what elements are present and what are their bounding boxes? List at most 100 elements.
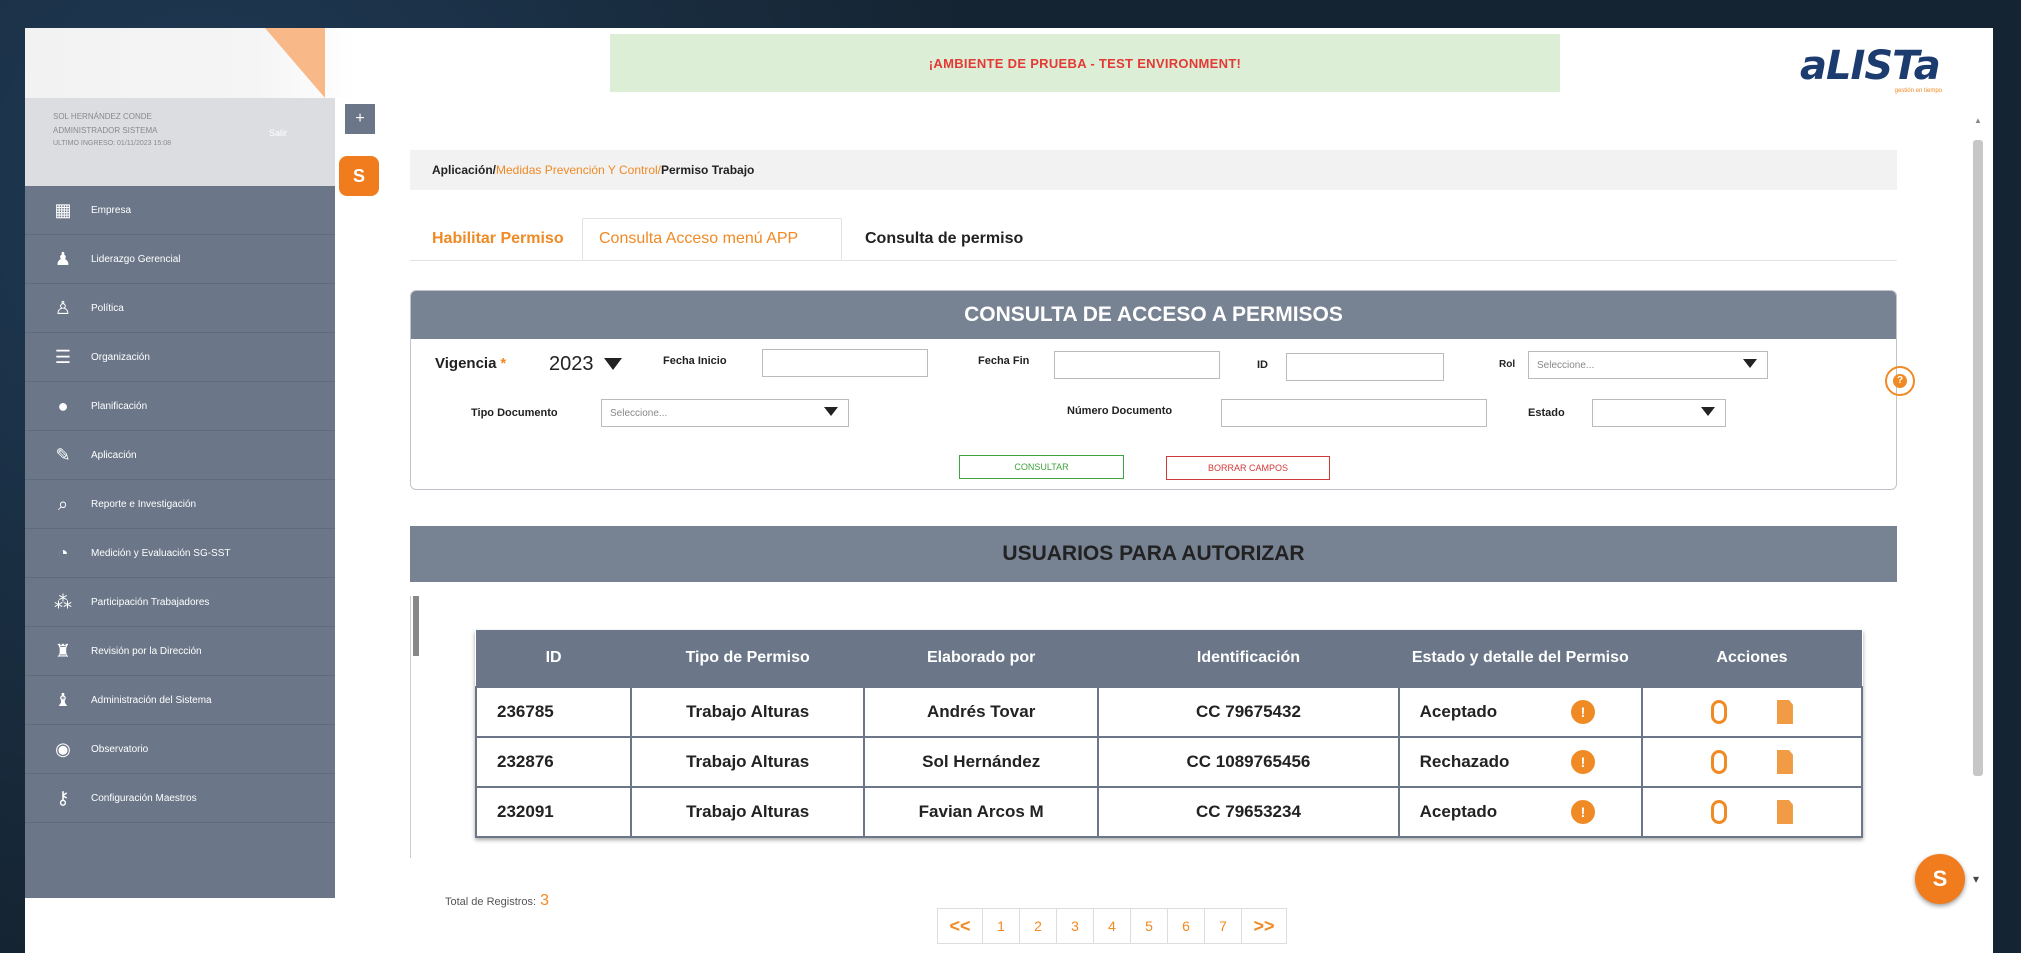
person-icon: ♙: [54, 297, 72, 318]
header-tipo: Tipo de Permiso: [631, 630, 865, 687]
sidebar-item-6[interactable]: ⌕ Reporte e Investigación: [25, 480, 335, 529]
help-icon[interactable]: ?: [1885, 366, 1915, 396]
tab-consulta-acceso[interactable]: Consulta Acceso menú APP: [582, 218, 842, 260]
tab-consulta-permiso[interactable]: Consulta de permiso: [865, 218, 1023, 260]
sidebar-item-label: Administración del Sistema: [91, 694, 212, 706]
cell-acciones: [1640, 786, 1864, 838]
sidebar-item-5[interactable]: ✎ Aplicación: [25, 431, 335, 480]
fecha-fin-input[interactable]: [1054, 351, 1220, 379]
chevron-down-icon: [1701, 407, 1715, 416]
alert-icon[interactable]: !: [1570, 750, 1595, 774]
document-icon[interactable]: [1776, 700, 1793, 724]
breadcrumb-current: Permiso Trabajo: [661, 163, 755, 177]
document-icon[interactable]: [1776, 750, 1793, 774]
cell-id: 232091: [474, 786, 633, 838]
estado-text: Rechazado: [1419, 752, 1510, 771]
pager-page-7[interactable]: 7: [1205, 909, 1242, 943]
estado-label: Estado: [1528, 407, 1565, 419]
list-icon: ☰: [54, 346, 72, 367]
sidebar-item-4[interactable]: ● Planificación: [25, 382, 335, 431]
sidebar-item-11[interactable]: ◉ Observatorio: [25, 725, 335, 774]
sidebar-item-label: Aplicación: [91, 449, 137, 461]
pager-page-3[interactable]: 3: [1057, 909, 1094, 943]
pie-chart-icon: ◔: [57, 542, 69, 563]
cell-acciones: [1640, 736, 1864, 788]
magnifier-icon: ⌕: [57, 493, 69, 514]
lock-icon[interactable]: [1710, 700, 1727, 724]
header-elaborado: Elaborado por: [864, 630, 1099, 687]
app-window: ¡AMBIENTE DE PRUEBA - TEST ENVIRONMENT! …: [25, 28, 1993, 953]
globe-icon: ◉: [55, 738, 71, 759]
estado-select[interactable]: [1592, 399, 1726, 427]
alert-icon[interactable]: !: [1570, 800, 1595, 824]
pager-first-button[interactable]: <<: [938, 909, 983, 943]
sidebar-item-0[interactable]: ▦ Empresa: [25, 186, 335, 235]
pager-page-1[interactable]: 1: [983, 909, 1020, 943]
borrar-campos-button[interactable]: BORRAR CAMPOS: [1166, 456, 1330, 480]
tab-habilitar-permiso[interactable]: Habilitar Permiso: [432, 218, 564, 260]
lock-icon[interactable]: [1710, 800, 1727, 824]
fecha-inicio-input[interactable]: [762, 349, 928, 377]
pager-page-5[interactable]: 5: [1131, 909, 1168, 943]
cell-tipo: Trabajo Alturas: [630, 786, 866, 838]
pager-page-2[interactable]: 2: [1020, 909, 1057, 943]
estado-text: Aceptado: [1419, 802, 1498, 821]
cell-acciones: [1640, 686, 1864, 738]
id-input[interactable]: [1286, 353, 1444, 381]
sidebar-item-10[interactable]: ♝ Administración del Sistema: [25, 676, 335, 725]
rol-select[interactable]: Seleccione...: [1528, 351, 1768, 379]
sidebar-item-8[interactable]: ⁂ Participación Trabajadores: [25, 578, 335, 627]
permits-table: ID Tipo de Permiso Elaborado por Identif…: [474, 630, 1864, 838]
tipo-documento-select[interactable]: Seleccione...: [601, 399, 849, 427]
chevron-down-icon: [824, 407, 838, 416]
sidebar: SOL HERNÁNDEZ CONDE ADMINISTRADOR SISTEM…: [25, 98, 335, 898]
page-scrollbar[interactable]: ▲: [1971, 106, 1985, 806]
sidebar-item-label: Participación Trabajadores: [91, 596, 210, 608]
table-scrollbar[interactable]: [410, 596, 419, 858]
vigencia-label: Vigencia *: [435, 355, 507, 372]
sidebar-item-12[interactable]: ⚷ Configuración Maestros: [25, 774, 335, 823]
sidebar-item-3[interactable]: ☰ Organización: [25, 333, 335, 382]
cell-elaborado: Favian Arcos M: [863, 786, 1100, 838]
pagination: << 1 2 3 4 5 6 7 >>: [937, 908, 1287, 944]
reviewer-icon: ♜: [54, 640, 72, 661]
fecha-inicio-label: Fecha Inicio: [663, 355, 727, 367]
pager-page-4[interactable]: 4: [1094, 909, 1131, 943]
cell-id: 232876: [474, 736, 633, 788]
admin-icon: ♝: [54, 689, 72, 710]
header-estado: Estado y detalle del Permiso: [1398, 630, 1642, 687]
numero-documento-input[interactable]: [1221, 399, 1487, 427]
sidebar-collapse-button[interactable]: +: [345, 104, 375, 134]
table-header-row: ID Tipo de Permiso Elaborado por Identif…: [476, 630, 1862, 687]
cell-estado: Rechazado!: [1397, 736, 1643, 788]
vigencia-select[interactable]: 2023: [549, 349, 622, 379]
chevron-down-icon: [603, 358, 622, 370]
sidebar-item-9[interactable]: ♜ Revisión por la Dirección: [25, 627, 335, 676]
chevron-down-icon[interactable]: ▾: [1973, 872, 1979, 886]
cell-identificacion: CC 79653234: [1097, 786, 1400, 838]
consultar-button[interactable]: CONSULTAR: [959, 455, 1124, 479]
pager-last-button[interactable]: >>: [1242, 909, 1286, 943]
sidebar-item-7[interactable]: ◔ Medición y Evaluación SG-SST: [25, 529, 335, 578]
breadcrumb-root[interactable]: Aplicación/: [432, 163, 496, 177]
app-shortcut-icon[interactable]: S: [339, 156, 379, 196]
pager-page-6[interactable]: 6: [1168, 909, 1205, 943]
cell-estado: Aceptado!: [1397, 686, 1643, 738]
total-records: Total de Registros: 3: [445, 892, 550, 909]
cell-identificacion: CC 79675432: [1097, 686, 1400, 738]
sidebar-item-1[interactable]: ♟ Liderazgo Gerencial: [25, 235, 335, 284]
cell-tipo: Trabajo Alturas: [630, 736, 866, 788]
tab-bar: Habilitar Permiso Consulta Acceso menú A…: [410, 218, 1897, 261]
search-panel: CONSULTA DE ACCESO A PERMISOS Vigencia * …: [410, 290, 1897, 490]
logout-button[interactable]: Salir: [269, 128, 287, 138]
sidebar-item-2[interactable]: ♙ Política: [25, 284, 335, 333]
sidebar-item-label: Configuración Maestros: [91, 792, 197, 804]
chat-assistant-button[interactable]: S: [1915, 854, 1965, 904]
breadcrumb-middle[interactable]: Medidas Prevención Y Control/: [496, 163, 661, 177]
document-icon[interactable]: [1776, 800, 1793, 824]
lock-icon[interactable]: [1710, 750, 1727, 774]
sidebar-item-label: Revisión por la Dirección: [91, 645, 202, 657]
sidebar-nav: ▦ Empresa ♟ Liderazgo Gerencial ♙ Política ☰ Or…: [25, 186, 335, 823]
alert-icon[interactable]: !: [1570, 700, 1595, 724]
lightbulb-icon: ●: [57, 395, 69, 416]
